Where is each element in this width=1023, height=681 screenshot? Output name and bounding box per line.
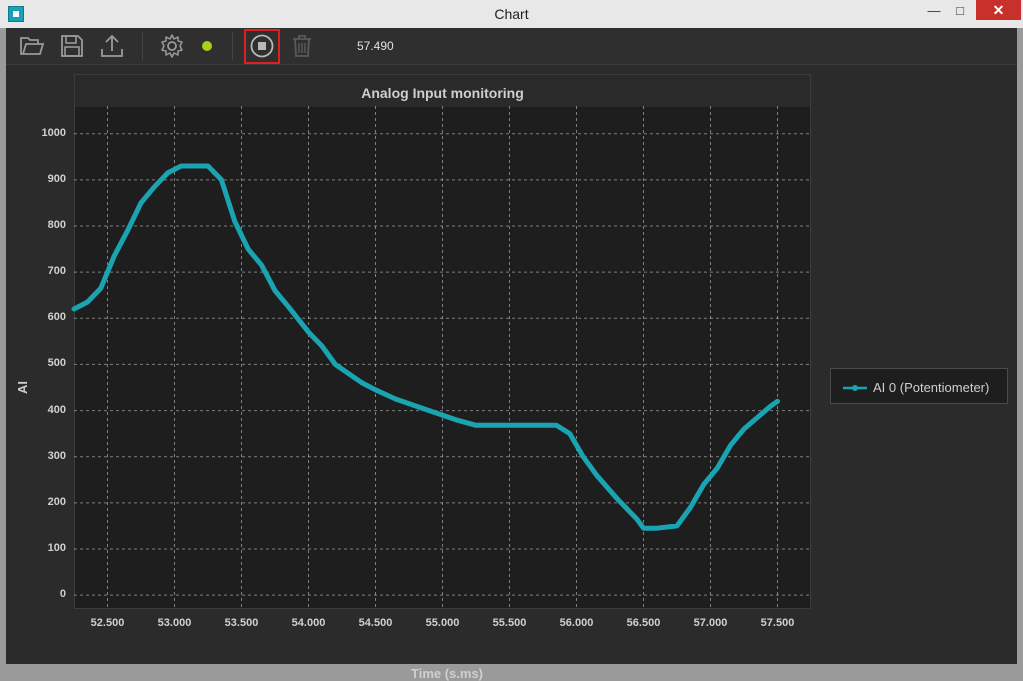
y-tick-label: 500	[47, 357, 66, 370]
clear-button[interactable]	[288, 32, 316, 60]
connection-status-dot	[202, 41, 212, 51]
y-tick-label: 1000	[41, 126, 66, 139]
chart-panel: Analog Input monitoring	[74, 74, 811, 609]
x-tick-label: 55.500	[492, 617, 527, 629]
legend-swatch	[843, 385, 867, 391]
x-tick-label: 56.000	[559, 617, 594, 629]
x-tick-label: 54.500	[358, 617, 393, 629]
x-tick-label: 57.000	[693, 617, 728, 629]
maximize-button[interactable]: □	[946, 0, 974, 20]
y-axis-label: AI	[15, 381, 30, 394]
app-body: 57.490 Analog Input monitoring AI Time (…	[6, 28, 1017, 681]
legend-label: AI 0 (Potentiometer)	[873, 380, 990, 395]
y-tick-label: 800	[47, 218, 66, 231]
y-tick-label: 600	[47, 311, 66, 324]
minimize-button[interactable]: —	[920, 0, 948, 20]
y-tick-label: 400	[47, 403, 66, 416]
stop-icon	[250, 34, 274, 58]
x-tick-label: 53.000	[157, 617, 192, 629]
title-bar: Chart — □ ✕	[0, 0, 1023, 28]
open-button[interactable]	[18, 32, 46, 60]
close-button[interactable]: ✕	[976, 0, 1021, 20]
y-tick-label: 0	[59, 588, 66, 601]
window-title: Chart	[494, 6, 529, 22]
x-axis-label: Time (s.ms)	[411, 666, 484, 681]
x-tick-label: 57.500	[760, 617, 795, 629]
time-readout: 57.490	[357, 39, 394, 53]
trash-icon	[293, 35, 311, 57]
x-tick-label: 55.000	[425, 617, 460, 629]
y-tick-label: 100	[47, 542, 66, 554]
y-tick-label: 700	[47, 265, 66, 278]
save-button[interactable]	[58, 32, 86, 60]
x-tick-label: 54.000	[291, 617, 326, 629]
chart-title: Analog Input monitoring	[361, 85, 524, 101]
gear-icon	[161, 34, 183, 58]
toolbar: 57.490	[6, 28, 1017, 65]
x-tick-label: 53.500	[224, 617, 259, 629]
folder-open-icon	[20, 37, 45, 55]
y-tick-label: 900	[47, 172, 66, 185]
y-tick-label: 200	[47, 495, 66, 508]
toolbar-separator	[232, 32, 233, 60]
stop-button[interactable]	[248, 32, 276, 60]
toolbar-separator	[142, 32, 143, 60]
x-tick-label: 52.500	[90, 617, 125, 629]
chart-header: Analog Input monitoring	[75, 75, 810, 107]
export-icon	[101, 34, 123, 57]
y-tick-label: 300	[47, 449, 66, 462]
settings-button[interactable]	[158, 32, 186, 60]
save-icon	[61, 35, 83, 57]
export-button[interactable]	[98, 32, 126, 60]
x-tick-label: 56.500	[626, 617, 661, 629]
chart-legend: AI 0 (Potentiometer)	[830, 368, 1008, 404]
